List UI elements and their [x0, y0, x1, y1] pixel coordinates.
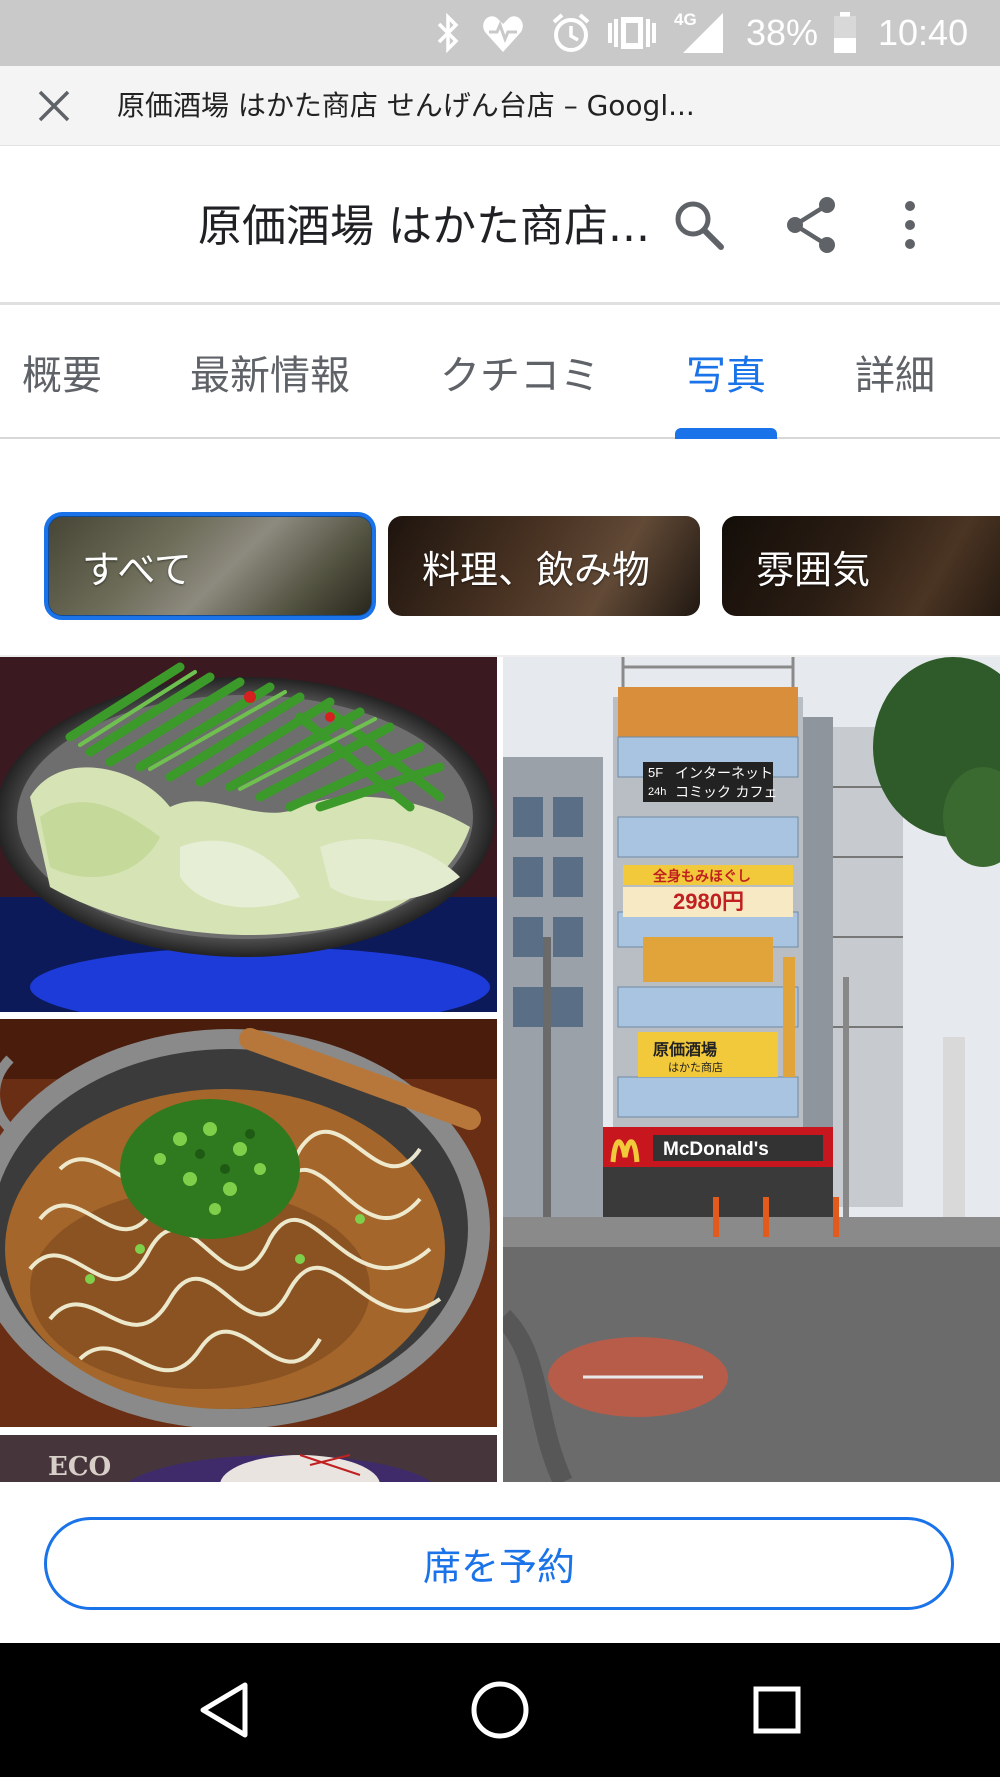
- chip-food-drink-label: 料理、飲み物: [422, 547, 651, 592]
- reserve-button[interactable]: 席を予約: [44, 1517, 954, 1610]
- svg-text:ECO: ECO: [48, 1452, 111, 1482]
- close-icon[interactable]: [34, 86, 74, 126]
- chip-atmosphere[interactable]: 雰囲気: [722, 516, 1000, 616]
- search-icon[interactable]: [666, 192, 732, 258]
- active-tab-indicator: [675, 428, 777, 439]
- chip-all-label: すべて: [82, 547, 192, 592]
- recents-icon[interactable]: [740, 1673, 814, 1747]
- clock: 10:40: [878, 12, 969, 53]
- system-nav-bar: [0, 1643, 1000, 1777]
- place-tabs: 概要 最新情報 クチコミ 写真 詳細: [0, 305, 1000, 439]
- photo-filter-chips: すべて 料理、飲み物 雰囲気: [0, 439, 1000, 657]
- heart-monitor-icon: [480, 10, 526, 56]
- sign-internet: インターネット: [675, 766, 773, 782]
- tab-overview[interactable]: 概要: [22, 343, 102, 401]
- sign-price: 2980円: [673, 889, 744, 914]
- reserve-area: 席を予約: [0, 1482, 1000, 1643]
- sign-hakata: はかた商店: [668, 1060, 723, 1074]
- tab-reviews[interactable]: クチコミ: [440, 343, 600, 401]
- home-icon[interactable]: [463, 1673, 537, 1747]
- tab-photos[interactable]: 写真: [686, 343, 766, 401]
- battery-icon: [830, 10, 860, 56]
- bluetooth-icon: [430, 10, 466, 56]
- more-vert-icon[interactable]: [877, 192, 943, 258]
- place-header: 原価酒場 はかた商店...: [0, 146, 1000, 304]
- sign-comic: コミック カフェ: [675, 785, 777, 801]
- battery-percent: 38%: [746, 12, 819, 53]
- tab-updates[interactable]: 最新情報: [190, 343, 350, 401]
- chip-food-drink[interactable]: 料理、飲み物: [388, 516, 700, 616]
- chip-all[interactable]: すべて: [44, 512, 376, 620]
- sign-massage: 全身もみほぐし: [652, 868, 751, 885]
- network-type: 4G: [674, 10, 697, 29]
- photo-building[interactable]: 5F 24h インターネット コミック カフェ 全身もみほぐし 2980円 原価…: [503, 657, 1000, 1482]
- status-bar: 4G 38% 10:40: [0, 0, 1000, 66]
- photo-motsunabe[interactable]: [0, 657, 497, 1012]
- alarm-icon: [548, 10, 594, 56]
- chip-atmosphere-label: 雰囲気: [756, 547, 871, 592]
- sign-izakaya: 原価酒場: [653, 1040, 717, 1059]
- vibrate-icon: [606, 10, 658, 56]
- page-title: 原価酒場 はかた商店 せんげん台店 – Googl...: [117, 89, 695, 122]
- sign-mcdonalds: McDonald's: [663, 1139, 769, 1160]
- photo-partial-dish[interactable]: ECO: [0, 1435, 497, 1482]
- sign-5f: 5F: [648, 765, 663, 780]
- place-name: 原価酒場 はかた商店...: [198, 201, 650, 252]
- signal-icon: 4G: [674, 10, 726, 56]
- share-icon[interactable]: [778, 192, 844, 258]
- photo-grid: ECO 5F 24h インターネット コミック カフェ 全身もみほぐし 2980…: [0, 657, 1000, 1482]
- custom-tab-toolbar: 原価酒場 はかた商店 せんげん台店 – Googl...: [0, 66, 1000, 146]
- sign-24h: 24h: [648, 786, 666, 798]
- photo-yakisoba[interactable]: [0, 1019, 497, 1427]
- tab-details[interactable]: 詳細: [855, 343, 935, 401]
- back-icon[interactable]: [187, 1673, 261, 1747]
